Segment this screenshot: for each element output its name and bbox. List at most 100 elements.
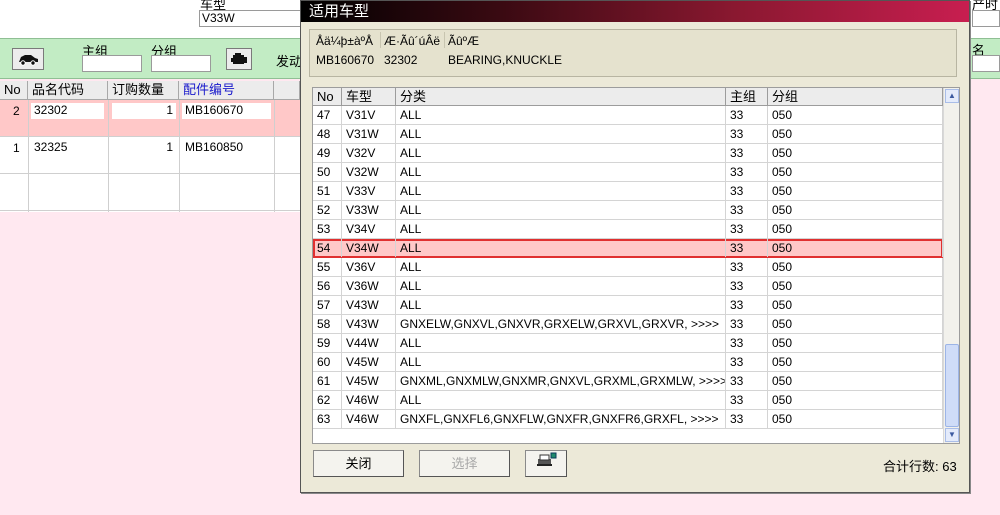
table-row[interactable]: 56 V36W ALL 33 050 [313,277,943,296]
cell-model: V31W [342,125,396,143]
cell-main-group: 33 [726,182,768,200]
table-row[interactable]: 1 32325 1 MB160850 [0,137,300,174]
row-code[interactable] [31,177,104,193]
cell-no: 55 [313,258,342,276]
info-part-no: MB160670 [316,53,375,67]
cell-class: ALL [396,201,726,219]
engine-icon[interactable] [226,48,252,70]
cell-no: 53 [313,220,342,238]
cell-sub-group: 050 [768,410,943,428]
cell-sub-group: 050 [768,391,943,409]
cell-class: ALL [396,144,726,162]
cell-model: V32W [342,163,396,181]
cell-no: 59 [313,334,342,352]
table-row[interactable]: 59 V44W ALL 33 050 [313,334,943,353]
table-row[interactable]: 2 32302 1 MB160670 [0,100,300,137]
close-button[interactable]: 关闭 [313,450,404,477]
scroll-down-icon[interactable]: ▼ [945,428,959,442]
cell-no: 63 [313,410,342,428]
table-row-selected[interactable]: 54 V34W ALL 33 050 [313,239,943,258]
sub-group-field[interactable] [151,55,211,72]
engine-label: 发动 [276,54,303,69]
row-qty[interactable]: 1 [112,103,176,119]
row-part[interactable]: MB160670 [182,103,271,119]
table-row[interactable]: 58 V43W GNXELW,GNXVL,GNXVR,GRXELW,GRXVL,GR… [313,315,943,334]
cell-class: GNXFL,GNXFL6,GNXFLW,GNXFR,GNXFR6,GRXFL, … [396,410,726,428]
row-qty[interactable]: 1 [112,140,176,156]
cell-no: 51 [313,182,342,200]
cell-model: V45W [342,372,396,390]
cell-main-group: 33 [726,410,768,428]
cell-no: 50 [313,163,342,181]
table-row[interactable]: 52 V33W ALL 33 050 [313,201,943,220]
dialog-title[interactable]: 适用车型 [301,1,969,22]
table-row[interactable]: 53 V34V ALL 33 050 [313,220,943,239]
cell-model: V46W [342,410,396,428]
part-info-panel: Åä¼þ±àºÅ Æ·Ãû´úÂë ÃûºÆ MB160670 32302 BE… [309,29,957,77]
row-code[interactable]: 32302 [31,103,104,119]
cell-model: V44W [342,334,396,352]
cell-class: ALL [396,391,726,409]
column-divider [108,100,109,212]
col-header-code: 品名代码 [28,81,108,100]
row-code[interactable]: 32325 [31,140,104,156]
scroll-up-icon[interactable]: ▲ [945,89,959,103]
total-value: 63 [942,459,957,474]
cell-class: ALL [396,125,726,143]
grid-header-class[interactable]: 分类 [396,88,726,106]
table-row[interactable]: 48 V31W ALL 33 050 [313,125,943,144]
row-no: 2 [13,104,20,118]
cell-class: GNXELW,GNXVL,GNXVR,GRXELW,GRXVL,GRXVR, >… [396,315,726,333]
cell-main-group: 33 [726,296,768,314]
cell-sub-group: 050 [768,296,943,314]
cell-main-group: 33 [726,391,768,409]
column-divider [274,100,275,212]
col-header-part: 配件编号 [179,81,274,100]
table-row[interactable]: 57 V43W ALL 33 050 [313,296,943,315]
grid-header-no[interactable]: No [313,88,342,106]
print-button[interactable] [525,450,567,477]
table-row[interactable]: 49 V32V ALL 33 050 [313,144,943,163]
cell-main-group: 33 [726,372,768,390]
grid-header-sub[interactable]: 分组 [768,88,943,106]
cell-no: 56 [313,277,342,295]
car-icon[interactable] [12,48,44,70]
info-code: 32302 [384,53,418,67]
table-row[interactable]: 55 V36V ALL 33 050 [313,258,943,277]
table-row[interactable]: 63 V46W GNXFL,GNXFL6,GNXFLW,GNXFR,GNXFR6,G… [313,410,943,429]
row-part[interactable] [182,177,271,193]
table-row[interactable]: 62 V46W ALL 33 050 [313,391,943,410]
cell-model: V31V [342,106,396,124]
production-time-field[interactable] [972,10,1000,27]
select-button[interactable]: 选择 [419,450,510,477]
cell-main-group: 33 [726,315,768,333]
row-qty[interactable] [112,177,176,193]
row-part[interactable]: MB160850 [182,140,271,156]
table-row[interactable]: 47 V31V ALL 33 050 [313,106,943,125]
cell-sub-group: 050 [768,163,943,181]
cell-main-group: 33 [726,163,768,181]
main-group-field[interactable] [82,55,142,72]
cell-main-group: 33 [726,125,768,143]
cell-main-group: 33 [726,201,768,219]
table-row[interactable]: 61 V45W GNXML,GNXMLW,GNXMR,GNXVL,GRXML,GRX… [313,372,943,391]
models-grid: No 车型 分类 主组 分组 47 V31V ALL 33 050 48 V31W ALL 33… [312,87,960,444]
table-row[interactable]: 51 V33V ALL 33 050 [313,182,943,201]
row-no: 1 [13,141,20,155]
cell-no: 61 [313,372,342,390]
col-header-qty: 订购数量 [108,81,179,100]
order-table: No 品名代码 订购数量 配件编号 2 32302 1 MB160670 1 3… [0,81,300,212]
cell-sub-group: 050 [768,353,943,371]
grid-header-model[interactable]: 车型 [342,88,396,106]
scroll-thumb[interactable] [945,344,959,427]
right-name-field[interactable] [972,55,1000,72]
cell-no: 57 [313,296,342,314]
car-type-field[interactable]: V33W [199,10,303,27]
table-row[interactable]: 60 V45W ALL 33 050 [313,353,943,372]
grid-header-main[interactable]: 主组 [726,88,768,106]
vertical-scrollbar[interactable]: ▲ ▼ [943,88,959,443]
table-row[interactable] [0,174,300,211]
table-row[interactable]: 50 V32W ALL 33 050 [313,163,943,182]
cell-main-group: 33 [726,277,768,295]
cell-class: ALL [396,296,726,314]
